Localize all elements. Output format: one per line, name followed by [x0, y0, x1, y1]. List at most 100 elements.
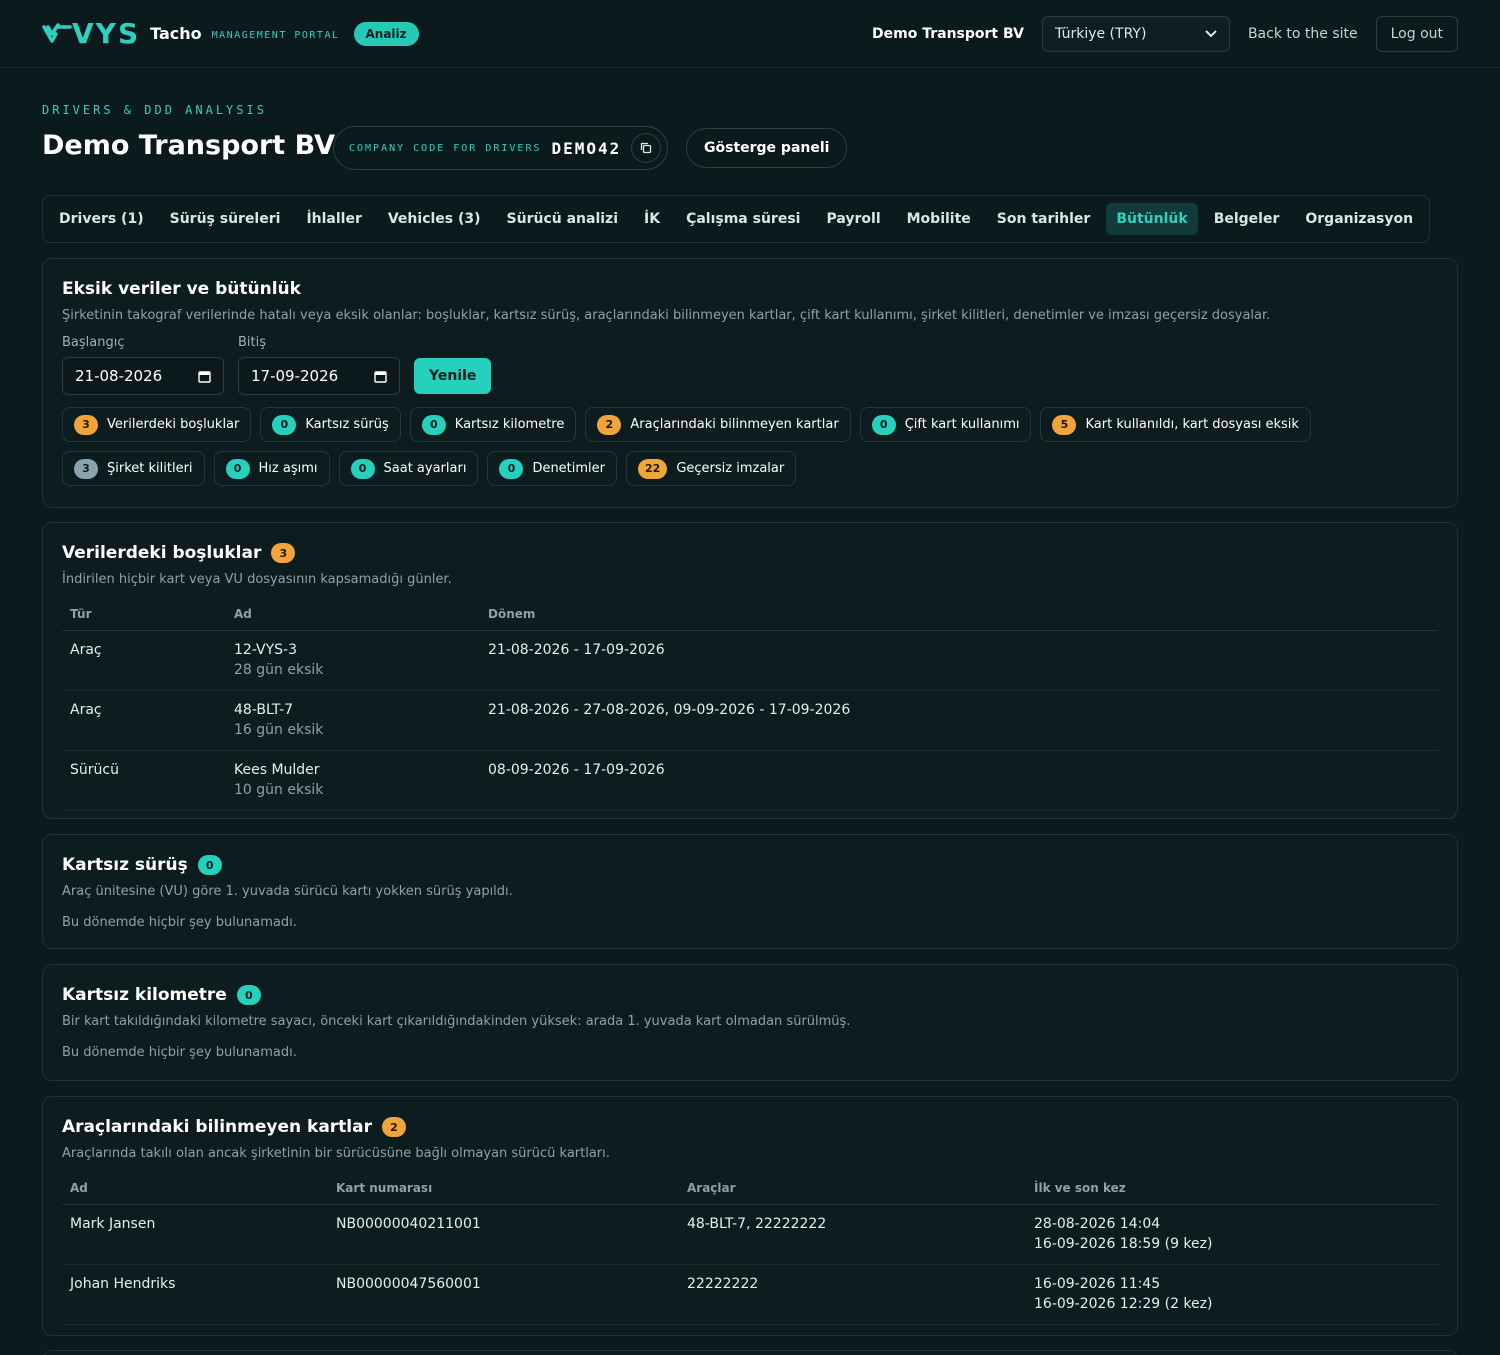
- tab-mobility[interactable]: Mobilite: [897, 203, 981, 235]
- refresh-button[interactable]: Yenile: [414, 358, 492, 394]
- table-row: Sürücü Kees Mulder 10 gün eksik 08-09-202…: [62, 750, 1438, 811]
- gap-name-cell: Kees Mulder 10 gün eksik: [226, 750, 480, 811]
- tab-organization[interactable]: Organizasyon: [1295, 203, 1423, 235]
- filter-chip[interactable]: 3 Şirket kilitleri: [62, 451, 205, 486]
- table-row: Johan Hendriks NB00000047560001 22222222…: [62, 1264, 1438, 1325]
- gap-name: 48-BLT-7: [234, 702, 294, 718]
- filter-chip[interactable]: 0 Kartsız sürüş: [260, 407, 401, 442]
- chip-count-badge: 22: [638, 458, 668, 479]
- chip-label: Şirket kilitleri: [107, 461, 193, 476]
- chip-count-badge: 2: [597, 414, 622, 435]
- cardless-driving-count-badge: 0: [197, 855, 222, 875]
- logo[interactable]: VYS Tacho MANAGEMENT PORTAL: [42, 17, 340, 50]
- gap-name: 12-VYS-3: [234, 642, 298, 658]
- filter-chip[interactable]: 3 Verilerdeki boşluklar: [62, 407, 252, 442]
- filter-chip[interactable]: 0 Hız aşımı: [213, 451, 330, 486]
- start-date-label: Başlangıç: [62, 335, 125, 350]
- filter-chip[interactable]: 5 Kart kullanıldı, kart dosyası eksik: [1040, 407, 1311, 442]
- card-last-seen: 16-09-2026 18:59 (9 kez): [1034, 1236, 1213, 1252]
- calendar-icon: [198, 370, 211, 383]
- start-date-input[interactable]: 21-08-2026: [62, 357, 224, 395]
- back-to-site-link[interactable]: Back to the site: [1248, 26, 1358, 42]
- tab-integrity[interactable]: Bütünlük: [1106, 203, 1198, 235]
- column-header-first-last: İlk ve son kez: [1026, 1181, 1438, 1205]
- dashboard-button[interactable]: Gösterge paneli: [686, 128, 848, 168]
- end-date-input[interactable]: 17-09-2026: [238, 357, 400, 395]
- section-tabs: Drivers (1) Sürüş süreleri İhlaller Vehi…: [42, 195, 1431, 243]
- brand-subtitle: MANAGEMENT PORTAL: [211, 29, 340, 41]
- end-date-value: 17-09-2026: [251, 367, 339, 385]
- tab-driving-times[interactable]: Sürüş süreleri: [160, 203, 291, 235]
- cardless-driving-title: Kartsız sürüş 0: [62, 855, 1438, 875]
- card-first-last-cell: 16-09-2026 11:45 16-09-2026 12:29 (2 kez): [1026, 1264, 1438, 1325]
- integrity-filter-chips: 3 Verilerdeki boşluklar 0 Kartsız sürüş 0 Kar…: [62, 407, 1382, 486]
- card-first-seen: 16-09-2026 11:45: [1034, 1276, 1161, 1292]
- gap-type: Araç: [62, 690, 226, 751]
- start-date-value: 21-08-2026: [75, 367, 163, 385]
- cardless-km-card: Kartsız kilometre 0 Bir kart takıldığında…: [42, 964, 1458, 1081]
- vys-logo-mark: VYS: [42, 17, 140, 50]
- unknown-cards-card: Araçlarındaki bilinmeyen kartlar 2 Araçla…: [42, 1096, 1458, 1336]
- region-select-value: Türkiye (TRY): [1054, 25, 1147, 42]
- company-code-label: COMPANY CODE FOR DRIVERS: [349, 142, 542, 154]
- tab-hr[interactable]: İK: [634, 203, 670, 235]
- card-holder-name: Johan Hendriks: [62, 1264, 328, 1325]
- filter-chip[interactable]: 0 Saat ayarları: [338, 451, 479, 486]
- chip-label: Denetimler: [532, 461, 606, 476]
- data-gaps-title: Verilerdeki boşluklar 3: [62, 543, 1438, 563]
- gap-period: 21-08-2026 - 17-09-2026: [480, 630, 1438, 691]
- copy-icon: [641, 142, 652, 154]
- tab-drivers[interactable]: Drivers (1): [49, 203, 154, 235]
- region-select[interactable]: Türkiye (TRY): [1041, 15, 1230, 52]
- unknown-cards-count-badge: 2: [382, 1117, 406, 1137]
- data-gaps-count-badge: 3: [271, 543, 296, 563]
- copy-code-button[interactable]: [631, 133, 662, 163]
- card-number: NB00000047560001: [328, 1264, 679, 1325]
- filter-chip[interactable]: 0 Denetimler: [487, 451, 618, 486]
- brand-name: Tacho: [150, 24, 202, 43]
- integrity-card: Eksik veriler ve bütünlük Şirketinin tak…: [42, 258, 1458, 508]
- chip-label: Kartsız kilometre: [454, 417, 565, 432]
- card-last-seen: 16-09-2026 12:29 (2 kez): [1034, 1296, 1213, 1312]
- tab-violations[interactable]: İhlaller: [296, 203, 371, 235]
- chip-count-badge: 0: [499, 458, 524, 479]
- chip-count-badge: 0: [225, 458, 250, 479]
- end-date-label: Bitiş: [238, 335, 267, 350]
- card-first-last-cell: 28-08-2026 14:04 16-09-2026 18:59 (9 kez): [1026, 1204, 1438, 1265]
- gap-name-cell: 48-BLT-7 16 gün eksik: [226, 690, 480, 751]
- filter-chip[interactable]: 0 Kartsız kilometre: [409, 407, 577, 442]
- unknown-cards-title: Araçlarındaki bilinmeyen kartlar 2: [62, 1117, 1438, 1137]
- tab-driver-analysis[interactable]: Sürücü analizi: [497, 203, 628, 235]
- tab-deadlines[interactable]: Son tarihler: [987, 203, 1101, 235]
- gap-missing: 10 gün eksik: [234, 782, 324, 798]
- analiz-badge: Analiz: [353, 21, 419, 46]
- table-row: Mark Jansen NB00000040211001 48-BLT-7, 2…: [62, 1204, 1438, 1265]
- chip-label: Hız aşımı: [258, 461, 318, 476]
- card-vehicles: 48-BLT-7, 22222222: [679, 1204, 1026, 1265]
- cardless-km-description: Bir kart takıldığındaki kilometre sayacı…: [62, 1014, 851, 1029]
- filter-chip[interactable]: 2 Araçlarındaki bilinmeyen kartlar: [585, 407, 851, 442]
- gap-period: 08-09-2026 - 17-09-2026: [480, 750, 1438, 811]
- company-code-pill: COMPANY CODE FOR DRIVERS DEMO42: [333, 126, 669, 170]
- filter-chip[interactable]: 0 Çift kart kullanımı: [859, 407, 1032, 442]
- logout-button[interactable]: Log out: [1375, 15, 1458, 52]
- tab-payroll[interactable]: Payroll: [816, 203, 890, 235]
- tab-documents[interactable]: Belgeler: [1204, 203, 1290, 235]
- cardless-driving-description: Araç ünitesine (VU) göre 1. yuvada sürüc…: [62, 884, 513, 899]
- data-gaps-description: İndirilen hiçbir kart veya VU dosyasının…: [62, 572, 452, 587]
- card-number: NB00000040211001: [328, 1204, 679, 1265]
- filter-chip[interactable]: 22 Geçersiz imzalar: [626, 451, 797, 486]
- chip-label: Verilerdeki boşluklar: [107, 417, 240, 432]
- gap-missing: 16 gün eksik: [234, 722, 324, 738]
- unknown-cards-table: Ad Kart numarası Araçlar İlk ve son kez …: [62, 1181, 1438, 1325]
- chip-count-badge: 0: [871, 414, 896, 435]
- chip-label: Saat ayarları: [383, 461, 467, 476]
- chip-count-badge: 0: [421, 414, 446, 435]
- logo-check-icon: [42, 22, 72, 43]
- tab-working-time[interactable]: Çalışma süresi: [676, 203, 810, 235]
- column-header-vehicles: Araçlar: [679, 1181, 1026, 1205]
- gap-name: Kees Mulder: [234, 762, 320, 778]
- column-header-name: Ad: [226, 607, 480, 631]
- tab-vehicles[interactable]: Vehicles (3): [378, 203, 491, 235]
- card-holder-name: Mark Jansen: [62, 1204, 328, 1265]
